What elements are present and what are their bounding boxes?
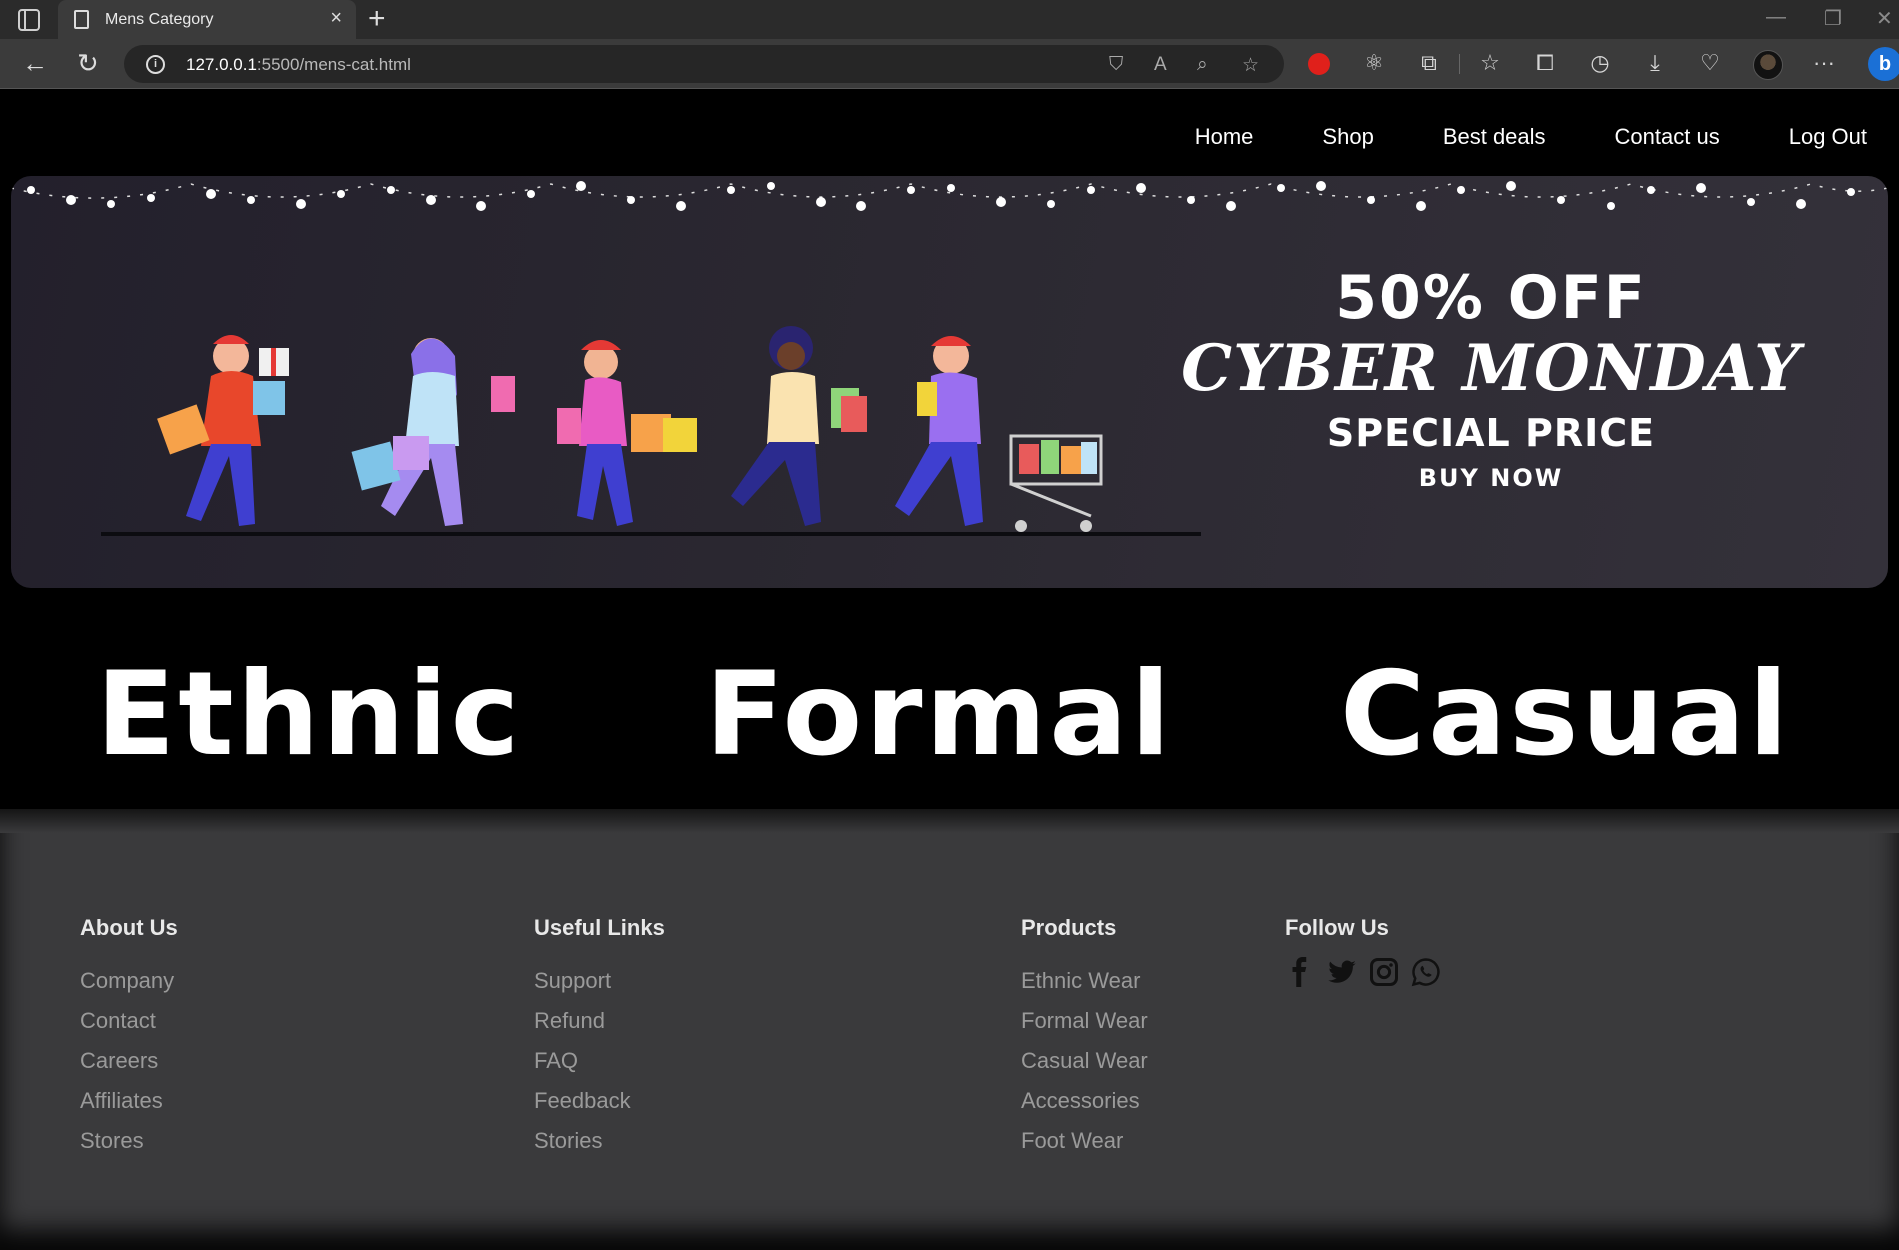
- footer-link-support[interactable]: Support: [534, 961, 665, 1001]
- footer-link-refund[interactable]: Refund: [534, 1001, 665, 1041]
- nav-log-out[interactable]: Log Out: [1789, 124, 1867, 150]
- site-nav: Home Shop Best deals Contact us Log Out: [1126, 124, 1867, 150]
- footer-link-stories[interactable]: Stories: [534, 1121, 665, 1161]
- footer-link-affiliates[interactable]: Affiliates: [80, 1081, 178, 1121]
- minimize-icon[interactable]: —: [1766, 6, 1786, 29]
- footer-link-ethnic-wear[interactable]: Ethnic Wear: [1021, 961, 1148, 1001]
- shopper-figure: [351, 338, 515, 526]
- tracking-prevention-icon[interactable]: ⛉: [1109, 54, 1123, 76]
- toolbar-divider: [1459, 54, 1460, 74]
- promo-special-price: SPECIAL PRICE: [1326, 411, 1656, 455]
- more-icon[interactable]: ···: [1810, 49, 1838, 77]
- instagram-icon[interactable]: [1369, 957, 1399, 987]
- back-button[interactable]: ←: [22, 49, 48, 77]
- zoom-icon[interactable]: ⌕: [1197, 54, 1208, 76]
- profile-avatar[interactable]: [1753, 50, 1783, 80]
- category-casual[interactable]: Casual: [1340, 650, 1791, 780]
- adblock-icon[interactable]: [1308, 53, 1330, 75]
- promo-buy-now[interactable]: BUY NOW: [1161, 458, 1821, 498]
- footer-link-faq[interactable]: FAQ: [534, 1041, 665, 1081]
- extension-react-icon[interactable]: ⚛: [1360, 49, 1388, 77]
- tab-title: Mens Category: [105, 11, 214, 28]
- close-icon[interactable]: ✕: [1876, 6, 1893, 31]
- footer-link-formal-wear[interactable]: Formal Wear: [1021, 1001, 1148, 1041]
- bing-copilot-icon[interactable]: b: [1868, 47, 1899, 81]
- extensions-icon[interactable]: ⧉: [1415, 49, 1443, 77]
- browser-tab-active[interactable]: Mens Category ×: [58, 0, 356, 39]
- browser-essentials-icon[interactable]: ♡: [1696, 49, 1724, 77]
- page-icon: [74, 10, 89, 29]
- footer-products-column: Products Ethnic Wear Formal Wear Casual …: [1021, 915, 1148, 1161]
- new-tab-button[interactable]: +: [368, 2, 386, 36]
- string-lights-decoration: [11, 181, 1888, 211]
- collections-icon[interactable]: ⧠: [1531, 49, 1559, 77]
- footer-heading: Products: [1021, 915, 1117, 940]
- page-content: Home Shop Best deals Contact us Log Out: [0, 90, 1899, 1250]
- footer-link-feedback[interactable]: Feedback: [534, 1081, 665, 1121]
- url-text[interactable]: 127.0.0.1:5500/mens-cat.html: [186, 55, 411, 75]
- footer-link-contact[interactable]: Contact: [80, 1001, 178, 1041]
- shoppers-illustration: [101, 326, 1201, 536]
- footer-link-foot-wear[interactable]: Foot Wear: [1021, 1121, 1148, 1161]
- history-icon[interactable]: ◷: [1586, 49, 1614, 77]
- restore-icon[interactable]: ❐: [1824, 6, 1842, 31]
- nav-best-deals[interactable]: Best deals: [1443, 124, 1546, 150]
- category-ethnic[interactable]: Ethnic: [96, 650, 522, 780]
- reload-button[interactable]: ↻: [77, 49, 99, 77]
- footer-heading: Useful Links: [534, 915, 665, 940]
- footer-heading: About Us: [80, 915, 178, 940]
- promo-event: CYBER MONDAY: [1181, 331, 1801, 406]
- footer-heading: Follow Us: [1285, 915, 1389, 940]
- site-footer: About Us Company Contact Careers Affilia…: [0, 809, 1899, 1250]
- twitter-icon[interactable]: [1327, 957, 1357, 987]
- shopper-figure: [731, 326, 867, 526]
- shopper-figure: [895, 336, 983, 526]
- hero-carousel[interactable]: 50% OFF CYBER MONDAY SPECIAL PRICE BUY N…: [11, 176, 1888, 588]
- facebook-icon[interactable]: [1285, 957, 1315, 987]
- footer-link-accessories[interactable]: Accessories: [1021, 1081, 1148, 1121]
- address-toolbar: ← ↻ i 127.0.0.1:5500/mens-cat.html ⛉ A ⌕…: [0, 39, 1899, 89]
- footer-link-careers[interactable]: Careers: [80, 1041, 178, 1081]
- category-formal[interactable]: Formal: [705, 650, 1173, 780]
- site-info-icon[interactable]: i: [146, 55, 165, 74]
- favorites-icon[interactable]: ☆: [1476, 49, 1504, 77]
- shopper-figure: [557, 340, 697, 526]
- nav-home[interactable]: Home: [1195, 124, 1254, 150]
- footer-link-stores[interactable]: Stores: [80, 1121, 178, 1161]
- browser-tab-strip: Mens Category × + — ❐ ✕: [0, 0, 1899, 39]
- footer-follow-column: Follow Us: [1285, 915, 1441, 987]
- promo-text: 50% OFF CYBER MONDAY SPECIAL PRICE BUY N…: [1161, 266, 1821, 498]
- tab-close-icon[interactable]: ×: [330, 7, 342, 29]
- add-favorite-icon[interactable]: ☆: [1242, 54, 1259, 77]
- address-bar[interactable]: i 127.0.0.1:5500/mens-cat.html ⛉ A ⌕ ☆: [124, 45, 1284, 83]
- nav-contact-us[interactable]: Contact us: [1615, 124, 1720, 150]
- shopping-cart: [1009, 434, 1103, 532]
- vertical-tabs-icon[interactable]: [18, 9, 40, 31]
- social-links: [1285, 957, 1441, 987]
- footer-link-casual-wear[interactable]: Casual Wear: [1021, 1041, 1148, 1081]
- whatsapp-icon[interactable]: [1411, 957, 1441, 987]
- downloads-icon[interactable]: ⤓: [1641, 49, 1669, 77]
- footer-link-company[interactable]: Company: [80, 961, 178, 1001]
- nav-shop[interactable]: Shop: [1322, 124, 1373, 150]
- promo-discount: 50% OFF: [1335, 263, 1647, 333]
- footer-useful-links-column: Useful Links Support Refund FAQ Feedback…: [534, 915, 665, 1161]
- read-aloud-icon[interactable]: A: [1154, 54, 1167, 76]
- category-links: Ethnic Formal Casual: [0, 650, 1899, 780]
- footer-about-column: About Us Company Contact Careers Affilia…: [80, 915, 178, 1161]
- shopper-figure: [157, 335, 289, 526]
